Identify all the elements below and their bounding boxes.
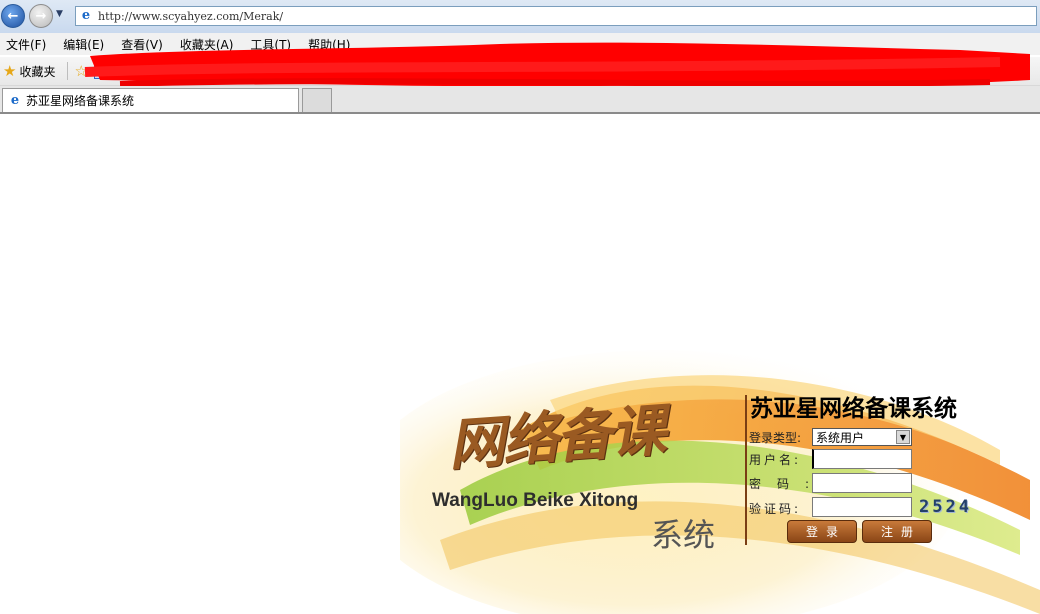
password-input[interactable]: [812, 473, 912, 493]
login-type-value: 系统用户: [816, 430, 865, 445]
new-tab-button[interactable]: [302, 88, 332, 112]
login-button[interactable]: 登录: [787, 520, 857, 543]
captcha-input[interactable]: [812, 497, 912, 517]
system-title: 苏亚星网络备课系统: [750, 396, 957, 422]
ie-page-icon: e: [81, 8, 91, 23]
tab-current[interactable]: e 苏亚星网络备课系统: [2, 88, 299, 112]
login-type-label: 登录类型:: [749, 431, 802, 445]
brand-xitong: 系统: [651, 516, 716, 554]
forward-arrow-icon: →: [35, 8, 47, 24]
forward-button[interactable]: →: [29, 4, 53, 28]
ie-page-icon: e: [10, 92, 20, 108]
login-type-select[interactable]: 系统用户 ▼: [812, 428, 912, 446]
brand-logo-text: 网络备课: [446, 397, 667, 479]
brand-pinyin: WangLuo Beike Xitong: [432, 490, 639, 511]
history-dropdown-icon[interactable]: ▼: [56, 9, 68, 21]
back-button[interactable]: ←: [1, 4, 25, 28]
banner-divider: [745, 395, 747, 545]
username-input[interactable]: [812, 449, 912, 469]
url-field[interactable]: e http://www.scyahyez.com/Merak/: [75, 6, 1037, 26]
captcha-label: 验证码:: [749, 502, 802, 516]
chevron-down-icon[interactable]: ▼: [896, 430, 910, 444]
username-label: 用户名:: [749, 453, 802, 467]
url-text[interactable]: http://www.scyahyez.com/Merak/: [98, 10, 283, 23]
tab-bar: e 苏亚星网络备课系统: [0, 86, 1040, 114]
captcha-image[interactable]: 2524: [919, 497, 983, 517]
address-toolbar: ← → ▼ e http://www.scyahyez.com/Merak/: [0, 0, 1040, 33]
register-button[interactable]: 注册: [862, 520, 932, 543]
tab-title: 苏亚星网络备课系统: [26, 94, 135, 108]
back-arrow-icon: ←: [7, 8, 19, 24]
